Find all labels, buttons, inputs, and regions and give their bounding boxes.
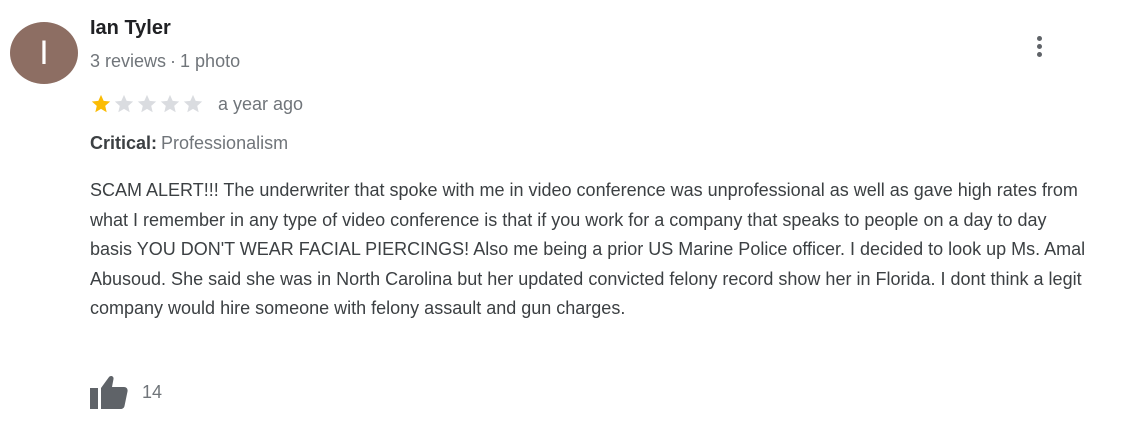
like-row: 14 — [90, 372, 162, 412]
star-empty-icon — [183, 94, 203, 113]
review-date: a year ago — [218, 93, 304, 114]
rating-row: a year ago — [90, 92, 303, 116]
review-count: 3 reviews — [90, 51, 167, 71]
avatar-initial: I — [39, 34, 49, 72]
author-meta: 3 reviews · 1 photo — [90, 51, 240, 72]
star-empty-icon — [160, 94, 180, 113]
like-button[interactable] — [90, 373, 130, 411]
avatar[interactable]: I — [10, 22, 78, 84]
more-options-button[interactable] — [1024, 30, 1054, 62]
meta-separator: · — [170, 51, 177, 71]
like-count: 14 — [142, 381, 163, 402]
author-name[interactable]: Ian Tyler — [90, 17, 171, 40]
more-vert-icon-dot — [1036, 43, 1042, 49]
more-vert-icon — [1036, 35, 1042, 41]
star-filled-icon — [91, 94, 111, 113]
critical-value: Professionalism — [161, 133, 289, 153]
photo-count: 1 photo — [180, 51, 241, 71]
thumbs-up-icon — [90, 375, 128, 409]
more-vert-icon-dot — [1036, 51, 1042, 57]
review-card: I Ian Tyler 3 reviews · 1 photo a year ago… — [0, 0, 1131, 426]
critical-label: Critical: — [90, 133, 158, 153]
critical-attribute: Critical: Professionalism — [90, 133, 288, 154]
star-empty-icon — [137, 94, 157, 113]
review-text: SCAM ALERT!!! The underwriter that spoke… — [90, 180, 1086, 318]
star-rating — [90, 93, 204, 115]
star-empty-icon — [114, 94, 134, 113]
